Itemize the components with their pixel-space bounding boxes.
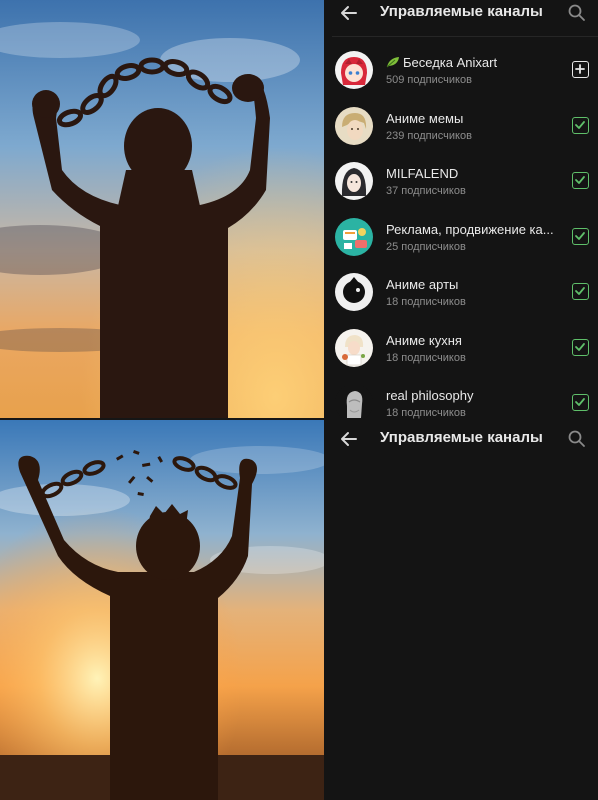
channel-row[interactable]: Аниме мемы 239 подписчиков: [324, 101, 598, 157]
channel-avatar: [335, 328, 373, 367]
subscriber-count: 239 подписчиков: [386, 129, 472, 142]
leaf-icon: [386, 56, 400, 68]
check-square-icon[interactable]: [572, 227, 589, 245]
channel-name: Аниме кухня: [386, 332, 462, 348]
channel-avatar: [335, 106, 373, 145]
check-square-icon[interactable]: [572, 172, 589, 189]
channel-name: Аниме арты: [386, 277, 459, 292]
divider: [332, 36, 598, 37]
channel-name: Беседка Anixart: [386, 55, 558, 70]
channel-avatar: [335, 51, 373, 89]
channel-list: Беседка Anixart 509 подписчиков Аниме ме…: [324, 45, 598, 420]
page-title: Управляемые каналы: [380, 3, 543, 20]
subscriber-count: 37 подписчиков: [386, 185, 466, 197]
search-icon[interactable]: [566, 2, 588, 24]
app-bar: Управляемые каналы: [324, 420, 598, 456]
arrow-left-icon[interactable]: [338, 2, 360, 24]
search-icon[interactable]: [566, 428, 588, 450]
page-title: Управляемые каналы: [380, 429, 543, 446]
channel-avatar: [335, 162, 373, 200]
subscriber-count: 25 подписчиков: [386, 240, 466, 253]
arrow-left-icon[interactable]: [338, 428, 360, 450]
channel-row[interactable]: real philosophy 18 подписчиков: [324, 378, 598, 420]
channel-name: Реклама, продвижение ка...: [386, 221, 554, 237]
broken-chain-man-photo: [0, 420, 324, 800]
channel-avatar: [335, 273, 373, 311]
channel-row[interactable]: Аниме арты 18 подписчиков: [324, 267, 598, 323]
subscriber-count: 18 подписчиков: [386, 407, 466, 419]
channel-name-text: Беседка Anixart: [403, 55, 498, 70]
chained-man-photo: [0, 0, 324, 418]
channel-row[interactable]: MILFALEND 37 подписчиков: [324, 156, 598, 212]
subscriber-count: 18 подписчиков: [386, 296, 466, 308]
channel-avatar: [335, 217, 373, 256]
managed-channels-empty-screen: Управляемые каналы: [324, 420, 598, 800]
channel-row[interactable]: Реклама, продвижение ка... 25 подписчико…: [324, 212, 598, 268]
check-square-icon[interactable]: [572, 116, 589, 134]
channel-row[interactable]: Беседка Anixart 509 подписчиков: [324, 45, 598, 101]
subscriber-count: 18 подписчиков: [386, 351, 466, 364]
subscriber-count: 509 подписчиков: [386, 74, 472, 86]
app-bar: Управляемые каналы: [324, 0, 598, 36]
channel-name: MILFALEND: [386, 166, 459, 181]
check-square-icon[interactable]: [572, 283, 589, 300]
check-square-icon[interactable]: [572, 338, 589, 356]
plus-square-icon[interactable]: [572, 61, 589, 78]
channel-name: real philosophy: [386, 388, 474, 403]
check-square-icon[interactable]: [572, 394, 589, 411]
channel-row[interactable]: Аниме кухня 18 подписчиков: [324, 323, 598, 379]
channel-avatar: [335, 384, 373, 420]
channel-name: Аниме мемы: [386, 110, 464, 126]
managed-channels-screen: Управляемые каналы Беседка Anixart 509 п…: [324, 0, 598, 420]
